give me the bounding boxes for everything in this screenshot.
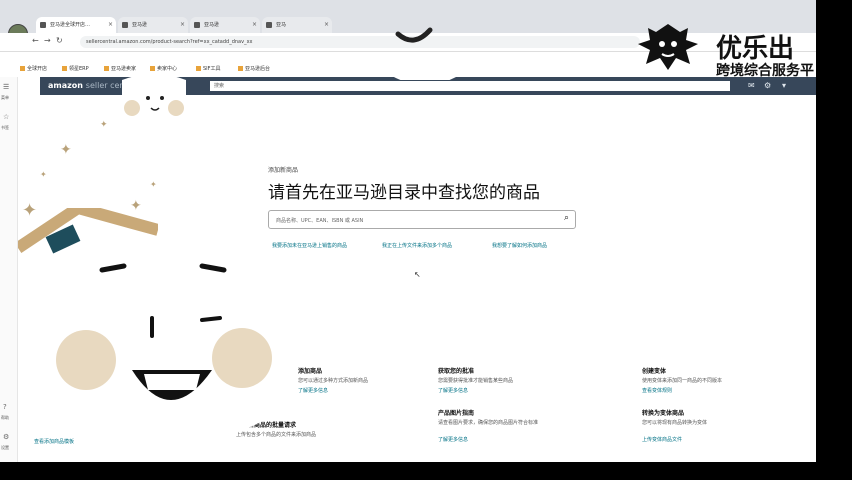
section-text: 请查看图片要求，确保您的商品图片符合标准 [438,420,539,426]
section-text: 您需要获得批准才能销售某些商品 [438,378,514,384]
left-rail: ☰ 菜单 ☆ 书签 ? 帮助 ⚙ 设置 [0,77,18,462]
tab-title: 亚马 [276,22,287,28]
section-text: 您可以将现有商品转换为变体 [642,420,708,426]
bulk-upload-link[interactable]: 我正在上传文件来添加多个商品 [382,242,452,249]
back-icon[interactable]: ← [32,36,39,45]
sparkle-icon: ✦ [150,180,157,189]
browser-tab[interactable]: 亚马逊 × [118,17,188,33]
browser-tab[interactable]: 亚马逊 × [190,17,260,33]
bookmark-icon[interactable]: ☆ [3,113,9,121]
tab-favicon-icon [40,22,46,28]
bookmark-item[interactable]: 领星ERP [62,65,89,72]
sparkle-icon: ✦ [40,170,47,179]
header-search-input[interactable]: 搜索 [210,81,730,91]
bookmark-item[interactable]: 全球开店 [20,65,47,72]
folder-icon [150,66,155,71]
smile-arc-doodle [370,27,480,80]
section-title: 获取您的批准 [438,368,475,375]
section-title: 创建变体 [642,368,667,375]
learn-add-products-link[interactable]: 我想要了解如何添加商品 [492,242,547,249]
help-icon[interactable]: ? [3,403,7,411]
big-face-doodle [56,260,282,445]
section-text: 使用变体来添加同一商品的不同版本 [642,378,723,384]
mouse-cursor-icon: ↖ [414,270,421,279]
section-text: 您可以通过多种方式添加新商品 [298,378,369,384]
search-placeholder: 商品名称、UPC、EAN、ISBN 或 ASIN [276,218,364,224]
folder-icon [20,66,25,71]
brand-subtitle: 跨境综合服务平 [716,63,814,79]
tab-favicon-icon [266,22,272,28]
catalog-search-input[interactable]: 商品名称、UPC、EAN、ISBN 或 ASIN ⌕ [268,210,576,229]
language-icon[interactable]: ▾ [782,81,786,90]
section-title: 产品图片指南 [438,410,475,417]
page-overline: 添加新商品 [268,167,299,174]
settings-icon[interactable]: ⚙ [3,433,9,441]
folder-icon [62,66,67,71]
tab-favicon-icon [122,22,128,28]
mail-icon[interactable]: ✉ [748,81,755,90]
tab-title: 亚马逊 [132,22,148,28]
section-link[interactable]: 上传变体商品文件 [642,436,682,443]
bookmark-item[interactable]: 卖家中心 [150,65,177,72]
add-unlisted-product-link[interactable]: 我要添加未在亚马逊上销售的商品 [272,242,347,249]
browser-tab[interactable]: 亚马逊全球开店… × [36,17,116,33]
bookmark-item[interactable]: 亚马逊后台 [238,65,270,72]
folder-icon [238,66,243,71]
small-face-doodle [122,74,186,116]
reload-icon[interactable]: ↻ [56,36,63,45]
close-icon[interactable]: × [252,17,257,33]
section-link[interactable]: 了解更多信息 [298,387,328,394]
section-link[interactable]: 了解更多信息 [438,387,468,394]
tab-title: 亚马逊全球开店… [50,22,91,28]
section-link[interactable]: 了解更多信息 [438,436,468,443]
search-icon[interactable]: ⌕ [564,213,569,223]
menu-icon[interactable]: ☰ [3,83,9,91]
close-icon[interactable]: × [180,17,185,33]
folder-icon [196,66,201,71]
lion-logo-icon [638,24,698,70]
bookmark-item[interactable]: 亚马逊卖家 [104,65,136,72]
rail-label: 设置 [1,445,9,450]
close-icon[interactable]: × [324,17,329,33]
rail-label: 菜单 [1,95,9,100]
section-title: 转换为变体商品 [642,410,685,417]
url-field[interactable]: sellercentral.amazon.com/product-search?… [80,36,640,48]
close-icon[interactable]: × [108,17,113,33]
bookmark-item[interactable]: SIF工具 [196,65,221,72]
page-title: 请首先在亚马逊目录中查找您的商品 [268,183,540,203]
rail-label: 书签 [1,125,9,130]
section-title: 添加商品 [298,368,323,375]
gear-icon[interactable]: ⚙ [764,81,771,90]
forward-icon[interactable]: → [44,36,51,45]
tab-favicon-icon [194,22,200,28]
tab-title: 亚马逊 [204,22,220,28]
sparkle-icon: ✦ [60,142,72,158]
rail-label: 帮助 [1,415,9,420]
folder-icon [104,66,109,71]
browser-tab[interactable]: 亚马 × [262,17,332,33]
sparkle-icon: ✦ [100,120,108,130]
section-link[interactable]: 查看变体规则 [642,387,672,394]
